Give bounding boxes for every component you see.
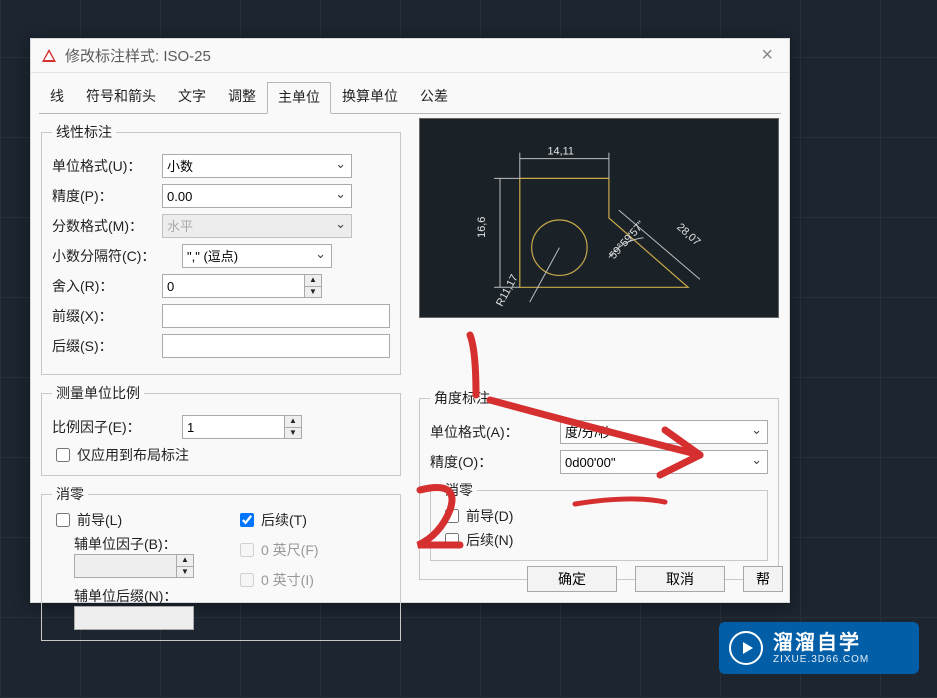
preview-dim-top: 14,11 <box>548 146 574 158</box>
angular-leading-label: 前导(D) <box>466 506 513 526</box>
preview-dim-radius: R11,17 <box>494 273 521 309</box>
zero-suppress-group: 消零 前导(L) 辅单位因子(B)： ▲▼ <box>41 484 401 641</box>
sub-factor-spinner: ▲▼ <box>176 554 194 578</box>
inches-checkbox <box>240 573 254 587</box>
suffix-input[interactable] <box>162 334 390 358</box>
angular-trailing-label: 后续(N) <box>466 530 513 550</box>
preview-dim-diag: 28,07 <box>674 221 702 248</box>
watermark-badge: 溜溜自学 ZIXUE.3D66.COM <box>719 622 919 674</box>
leading-label: 前导(L) <box>77 510 122 530</box>
angular-zero-suppress-group: 消零 前导(D) 后续(N) <box>430 480 768 561</box>
angular-legend: 角度标注 <box>430 388 494 408</box>
dimension-style-dialog: 修改标注样式: ISO-25 × 线 符号和箭头 文字 调整 主单位 换算单位 … <box>30 38 790 603</box>
trailing-label: 后续(T) <box>261 510 307 530</box>
tab-text[interactable]: 文字 <box>167 81 217 113</box>
linear-dimension-group: 线性标注 单位格式(U)： 小数 精度(P)： 0.00 <box>41 122 401 375</box>
dimension-preview: 14,11 16,6 28,07 59°59'57" R11,17 <box>419 118 779 318</box>
measure-scale-legend: 测量单位比例 <box>52 383 144 403</box>
sub-factor-label: 辅单位因子(B)： <box>74 534 206 554</box>
scale-factor-spinner[interactable]: ▲▼ <box>284 415 302 439</box>
suffix-label: 后缀(S)： <box>52 336 162 356</box>
precision-select[interactable]: 0.00 <box>162 184 352 208</box>
app-logo-icon <box>41 48 57 64</box>
precision-label: 精度(P)： <box>52 186 162 206</box>
feet-label: 0 英尺(F) <box>261 540 319 560</box>
tab-lines[interactable]: 线 <box>39 81 75 113</box>
scale-factor-input[interactable] <box>182 415 284 439</box>
angular-unit-format-select[interactable]: 度/分/秒 <box>560 420 768 444</box>
scale-factor-label: 比例因子(E)： <box>52 417 182 437</box>
unit-format-select[interactable]: 小数 <box>162 154 352 178</box>
tab-tolerances[interactable]: 公差 <box>409 81 459 113</box>
zero-suppress-legend: 消零 <box>52 484 88 504</box>
ok-button[interactable]: 确定 <box>527 566 617 592</box>
play-icon <box>729 631 763 665</box>
sub-factor-input <box>74 554 176 578</box>
angular-precision-select[interactable]: 0d00'00" <box>560 450 768 474</box>
angular-dimension-group: 角度标注 单位格式(A)： 度/分/秒 精度(O)： 0d00'00" 消零 前… <box>419 388 779 580</box>
angular-trailing-checkbox[interactable] <box>445 533 459 547</box>
round-spinner[interactable]: ▲▼ <box>304 274 322 298</box>
tab-alternate-units[interactable]: 换算单位 <box>331 81 409 113</box>
trailing-checkbox[interactable] <box>240 513 254 527</box>
layout-only-checkbox[interactable] <box>56 448 70 462</box>
angular-precision-label: 精度(O)： <box>430 452 560 472</box>
tab-primary-units[interactable]: 主单位 <box>267 82 331 114</box>
fraction-format-select: 水平 <box>162 214 352 238</box>
window-title: 修改标注样式: ISO-25 <box>65 45 211 66</box>
layout-only-label: 仅应用到布局标注 <box>77 445 189 465</box>
sub-suffix-label: 辅单位后缀(N)： <box>74 586 206 606</box>
angular-zero-legend: 消零 <box>441 480 477 500</box>
tab-fit[interactable]: 调整 <box>217 81 267 113</box>
prefix-input[interactable] <box>162 304 390 328</box>
measure-scale-group: 测量单位比例 比例因子(E)： ▲▼ 仅应用到布局标注 <box>41 383 401 476</box>
round-input[interactable] <box>162 274 304 298</box>
cancel-button[interactable]: 取消 <box>635 566 725 592</box>
sub-suffix-input <box>74 606 194 630</box>
tabstrip: 线 符号和箭头 文字 调整 主单位 换算单位 公差 <box>31 73 789 113</box>
inches-label: 0 英寸(I) <box>261 570 314 590</box>
preview-dim-left: 16,6 <box>476 217 488 238</box>
dialog-footer: 确定 取消 帮 <box>527 566 783 592</box>
angular-leading-checkbox[interactable] <box>445 509 459 523</box>
badge-subtitle: ZIXUE.3D66.COM <box>773 654 869 665</box>
feet-checkbox <box>240 543 254 557</box>
round-label: 舍入(R)： <box>52 276 162 296</box>
titlebar: 修改标注样式: ISO-25 × <box>31 39 789 73</box>
prefix-label: 前缀(X)： <box>52 306 162 326</box>
decimal-separator-label: 小数分隔符(C)： <box>52 246 182 266</box>
leading-checkbox[interactable] <box>56 513 70 527</box>
badge-title: 溜溜自学 <box>773 632 869 654</box>
preview-dim-angle: 59°59'57" <box>607 219 647 262</box>
linear-legend: 线性标注 <box>52 122 116 142</box>
tab-symbols-arrows[interactable]: 符号和箭头 <box>75 81 167 113</box>
fraction-format-label: 分数格式(M)： <box>52 216 162 236</box>
unit-format-label: 单位格式(U)： <box>52 156 162 176</box>
close-button[interactable]: × <box>755 44 779 67</box>
help-button[interactable]: 帮 <box>743 566 783 592</box>
decimal-separator-select[interactable]: "," (逗点) <box>182 244 332 268</box>
angular-unit-format-label: 单位格式(A)： <box>430 422 560 442</box>
